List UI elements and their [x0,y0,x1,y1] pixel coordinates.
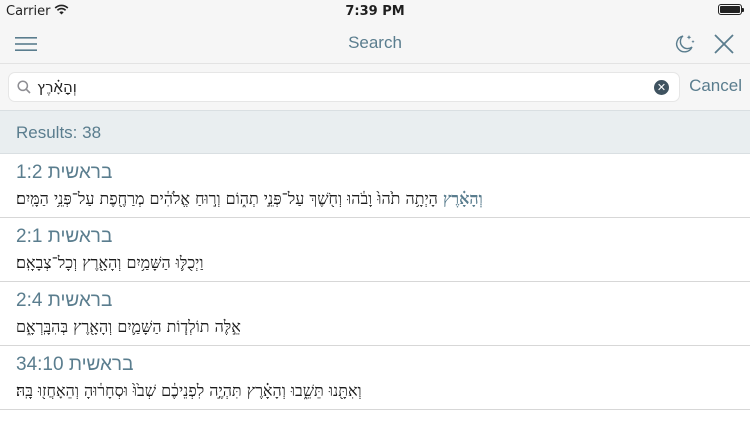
verse-rest: אֵ֣לֶּה תוֹלְד֧וֹת הַשָּׁמַ֛יִם וְהָאָ֖ר… [16,317,241,336]
verse-book: בראשית [47,290,113,311]
close-button[interactable] [710,30,738,58]
page-title: Search [348,33,402,52]
verse-book: בראשית [47,162,113,183]
verse-text: וַיְכֻלּ֛וּ הַשָּׁמַ֥יִם וְהָאָ֖רֶץ וְכָ… [16,250,734,278]
verse-rest: וַיְכֻלּ֛וּ הַשָּׁמַ֥יִם וְהָאָ֖רֶץ וְכָ… [16,253,204,272]
verse-reference: 34:10 בראשית [16,352,734,378]
search-input[interactable] [37,77,647,97]
moon-stars-icon [675,35,695,53]
verse-reference: 2:1 בראשית [16,224,734,250]
verse-ref-number: 2:4 [16,290,43,311]
close-icon [714,34,734,54]
verse-ref-number: 34:10 [16,354,64,375]
search-field[interactable]: ✕ [8,72,680,102]
navigation-bar: Search [0,24,750,64]
verse-rest: וְאִתָּ֖נוּ תֵּשֵׁ֑בוּ וְהָאָ֗רֶץ תִּהְי… [16,381,362,400]
verse-text: וְהָאָ֗רֶץ הָיְתָ֥ה תֹ֙הוּ֙ וָבֹ֔הוּ וְח… [16,186,734,214]
result-item[interactable]: 2:4 בראשית אֵ֣לֶּה תוֹלְד֧וֹת הַשָּׁמַ֛י… [0,282,750,346]
status-time: 7:39 PM [345,4,405,19]
verse-ref-number: 2:1 [16,226,43,247]
search-icon [17,80,31,94]
verse-text: אֵ֣לֶּה תוֹלְד֧וֹת הַשָּׁמַ֛יִם וְהָאָ֖ר… [16,314,734,342]
results-count: Results: 38 [0,110,750,154]
clear-search-button[interactable]: ✕ [654,80,669,95]
search-match: וְהָאָ֗רֶץ [442,189,483,208]
verse-rest: הָיְתָ֥ה תֹ֙הוּ֙ וָבֹ֔הוּ וְחֹ֖שֶׁךְ עַל… [16,189,443,208]
search-bar: ✕ Cancel [0,64,750,110]
verse-reference: 1:2 בראשית [16,160,734,186]
clear-icon: ✕ [656,81,667,94]
battery-icon [718,4,744,15]
night-mode-button[interactable] [670,30,698,58]
status-bar: Carrier 7:39 PM [0,0,750,24]
battery-area [718,4,744,15]
result-item[interactable]: 2:1 בראשית וַיְכֻלּ֛וּ הַשָּׁמַ֥יִם וְהָ… [0,218,750,282]
result-item[interactable]: 34:10 בראשית וְאִתָּ֖נוּ תֵּשֵׁ֑בוּ וְהָ… [0,346,750,410]
result-item[interactable]: 1:2 בראשית וְהָאָ֗רֶץ הָיְתָ֥ה תֹ֙הוּ֙ ו… [0,154,750,218]
verse-text: וְאִתָּ֖נוּ תֵּשֵׁ֑בוּ וְהָאָ֗רֶץ תִּהְי… [16,378,734,406]
verse-reference: 2:4 בראשית [16,288,734,314]
verse-book: בראשית [47,226,113,247]
verse-book: בראשית [68,354,134,375]
results-list: 1:2 בראשית וְהָאָ֗רֶץ הָיְתָ֥ה תֹ֙הוּ֙ ו… [0,154,750,410]
cancel-button[interactable]: Cancel [689,76,742,96]
verse-ref-number: 1:2 [16,162,43,183]
